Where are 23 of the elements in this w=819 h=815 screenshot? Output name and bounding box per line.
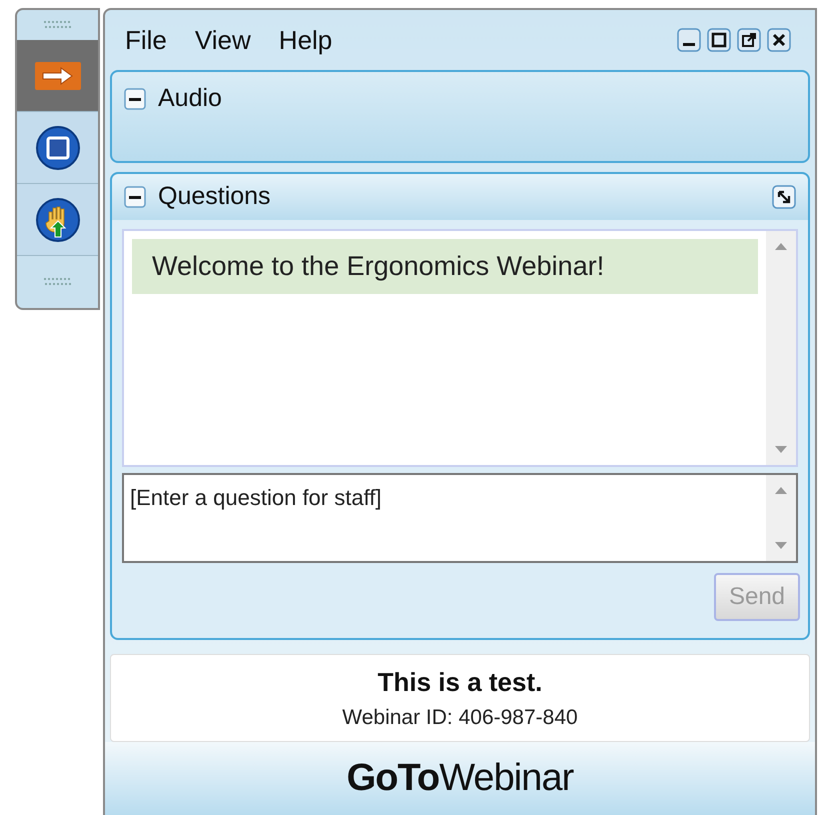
chat-message: Welcome to the Ergonomics Webinar! xyxy=(132,239,758,294)
minimize-icon[interactable] xyxy=(677,28,701,52)
close-icon[interactable] xyxy=(767,28,791,52)
toolbar-button[interactable] xyxy=(17,112,98,184)
collapse-icon[interactable] xyxy=(124,186,146,208)
panel-title: Questions xyxy=(158,181,271,212)
grip-icon[interactable] xyxy=(44,21,72,29)
raise-hand-icon xyxy=(34,196,80,242)
toolbar-button[interactable] xyxy=(17,40,98,112)
menu-item[interactable]: Help xyxy=(278,20,332,60)
collapse-icon[interactable] xyxy=(124,88,146,110)
undock-icon[interactable] xyxy=(772,185,796,209)
webinar-id: Webinar ID: 406-987-840 xyxy=(342,704,578,731)
webinar-title: This is a test. xyxy=(378,666,542,699)
maximize-icon[interactable] xyxy=(707,28,731,52)
menu-item[interactable]: File xyxy=(125,20,167,60)
screen-icon xyxy=(34,124,80,170)
menu-item[interactable]: View xyxy=(194,20,251,60)
panel-title: Audio xyxy=(158,83,222,114)
toolbar-button[interactable] xyxy=(17,184,98,256)
logo: GoToWebinar xyxy=(346,756,574,801)
grip-icon[interactable] xyxy=(44,278,72,286)
pop-out-icon[interactable] xyxy=(737,28,761,52)
